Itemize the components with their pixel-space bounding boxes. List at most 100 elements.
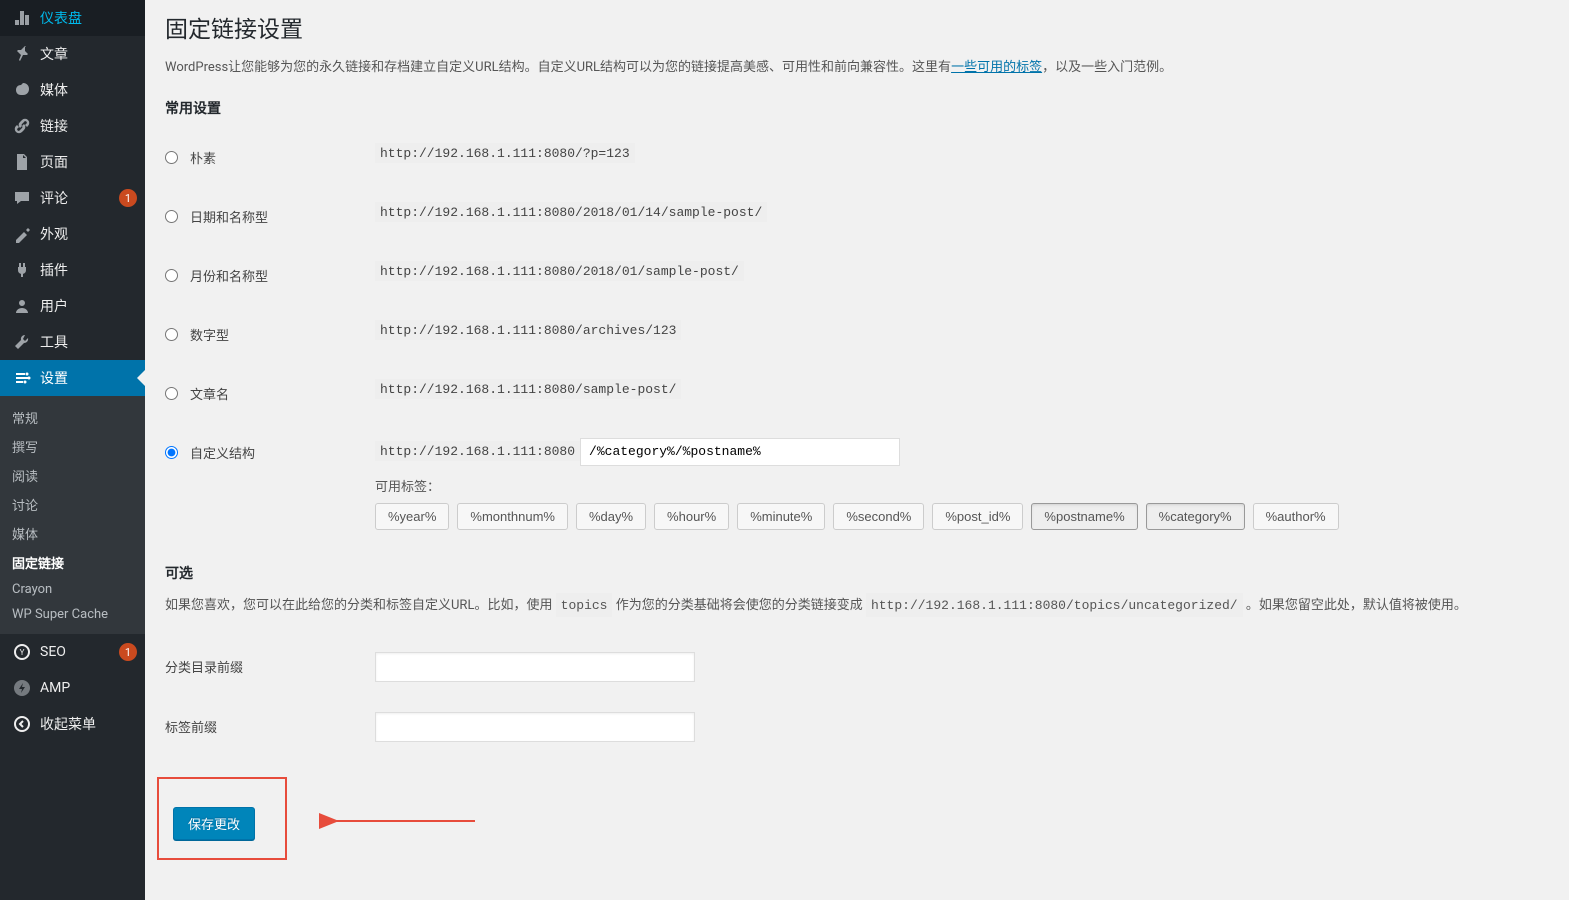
page-description: WordPress让您能够为您的永久链接和存档建立自定义URL结构。自定义URL… bbox=[165, 58, 1549, 78]
custom-prefix: http://192.168.1.111:8080 bbox=[375, 441, 580, 461]
permalink-option-label: 自定义结构 bbox=[190, 443, 255, 462]
permalink-radio[interactable] bbox=[165, 387, 178, 400]
permalink-option[interactable]: 文章名 bbox=[165, 384, 355, 403]
menu-label: 工具 bbox=[40, 332, 137, 352]
plugins-icon bbox=[12, 260, 32, 280]
tags-help-link[interactable]: 一些可用的标签 bbox=[951, 60, 1042, 75]
main-content: 固定链接设置 WordPress让您能够为您的永久链接和存档建立自定义URL结构… bbox=[145, 0, 1569, 900]
permalink-options-table: 朴素 http://192.168.1.111:8080/?p=123 日期和名称型… bbox=[165, 128, 1549, 545]
save-button[interactable]: 保存更改 bbox=[173, 807, 255, 840]
menu-label: 评论 bbox=[40, 188, 115, 208]
menu-item-amp[interactable]: AMP bbox=[0, 670, 145, 706]
menu-item-collapse[interactable]: 收起菜单 bbox=[0, 706, 145, 742]
tag-buttons-row: %year% %monthnum% %day% %hour% %minute% %seco… bbox=[375, 503, 1539, 530]
permalink-radio[interactable] bbox=[165, 151, 178, 164]
tag-button[interactable]: %minute% bbox=[737, 503, 825, 530]
menu-label: AMP bbox=[40, 680, 137, 696]
menu-item-page[interactable]: 页面 bbox=[0, 144, 145, 180]
permalink-radio-custom[interactable] bbox=[165, 446, 178, 459]
submenu-item[interactable]: 常规 bbox=[0, 403, 145, 432]
tag-button[interactable]: %monthnum% bbox=[457, 503, 568, 530]
tag-button[interactable]: %hour% bbox=[654, 503, 729, 530]
example-code-topics: topics bbox=[556, 593, 613, 618]
svg-text:Y: Y bbox=[20, 648, 25, 657]
menu-item-pin[interactable]: 文章 bbox=[0, 36, 145, 72]
admin-sidebar: 仪表盘文章媒体链接页面评论1外观插件用户工具设置 常规撰写阅读讨论媒体固定链接C… bbox=[0, 0, 145, 900]
menu-label: 仪表盘 bbox=[40, 8, 137, 28]
tag-button[interactable]: %year% bbox=[375, 503, 449, 530]
tag-base-label: 标签前缀 bbox=[165, 697, 365, 757]
optional-description: 如果您喜欢，您可以在此给您的分类和标签自定义URL。比如，使用 topics 作… bbox=[165, 593, 1549, 618]
comment-icon bbox=[12, 188, 32, 208]
permalink-option[interactable]: 日期和名称型 bbox=[165, 207, 355, 226]
custom-structure-input[interactable] bbox=[580, 438, 900, 466]
dashboard-icon bbox=[12, 8, 32, 28]
permalink-example: http://192.168.1.111:8080/2018/01/sample… bbox=[375, 261, 744, 281]
submenu-item[interactable]: 媒体 bbox=[0, 519, 145, 548]
permalink-option[interactable]: 月份和名称型 bbox=[165, 266, 355, 285]
menu-item-plugins[interactable]: 插件 bbox=[0, 252, 145, 288]
permalink-option-label: 数字型 bbox=[190, 325, 229, 344]
optional-heading: 可选 bbox=[165, 563, 1549, 583]
page-title: 固定链接设置 bbox=[165, 10, 1549, 44]
badge: 1 bbox=[119, 189, 137, 207]
permalink-example: http://192.168.1.111:8080/archives/123 bbox=[375, 320, 681, 340]
menu-label: 页面 bbox=[40, 152, 137, 172]
common-settings-heading: 常用设置 bbox=[165, 98, 1549, 118]
tag-button[interactable]: %second% bbox=[833, 503, 924, 530]
menu-label: 用户 bbox=[40, 296, 137, 316]
amp-icon bbox=[12, 678, 32, 698]
permalink-option[interactable]: 朴素 bbox=[165, 148, 355, 167]
permalink-example: http://192.168.1.111:8080/?p=123 bbox=[375, 143, 635, 163]
permalink-option-custom[interactable]: 自定义结构 bbox=[165, 443, 355, 462]
appearance-icon bbox=[12, 224, 32, 244]
example-code-url: http://192.168.1.111:8080/topics/uncateg… bbox=[866, 593, 1243, 618]
menu-label: 链接 bbox=[40, 116, 137, 136]
menu-label: 插件 bbox=[40, 260, 137, 280]
menu-item-users[interactable]: 用户 bbox=[0, 288, 145, 324]
permalink-radio[interactable] bbox=[165, 210, 178, 223]
arrow-annotation bbox=[325, 811, 485, 835]
permalink-radio[interactable] bbox=[165, 328, 178, 341]
menu-item-tools[interactable]: 工具 bbox=[0, 324, 145, 360]
permalink-option-label: 日期和名称型 bbox=[190, 207, 268, 226]
menu-label: 媒体 bbox=[40, 80, 137, 100]
menu-item-settings[interactable]: 设置 bbox=[0, 360, 145, 396]
optional-table: 分类目录前缀 标签前缀 bbox=[165, 637, 1549, 757]
submenu-item[interactable]: 固定链接 bbox=[0, 548, 145, 577]
menu-item-appearance[interactable]: 外观 bbox=[0, 216, 145, 252]
seo-icon: Y bbox=[12, 642, 32, 662]
menu-item-dashboard[interactable]: 仪表盘 bbox=[0, 0, 145, 36]
category-base-label: 分类目录前缀 bbox=[165, 637, 365, 697]
category-base-input[interactable] bbox=[375, 652, 695, 682]
tag-button[interactable]: %category% bbox=[1146, 503, 1245, 530]
submenu-item[interactable]: 撰写 bbox=[0, 432, 145, 461]
permalink-option-label: 月份和名称型 bbox=[190, 266, 268, 285]
permalink-option[interactable]: 数字型 bbox=[165, 325, 355, 344]
tag-base-input[interactable] bbox=[375, 712, 695, 742]
submenu-item[interactable]: 阅读 bbox=[0, 461, 145, 490]
tag-button[interactable]: %author% bbox=[1253, 503, 1339, 530]
menu-item-comment[interactable]: 评论1 bbox=[0, 180, 145, 216]
badge: 1 bbox=[119, 643, 137, 661]
submenu-item[interactable]: 讨论 bbox=[0, 490, 145, 519]
permalink-example: http://192.168.1.111:8080/2018/01/14/sam… bbox=[375, 202, 767, 222]
submenu-item[interactable]: Crayon bbox=[0, 577, 145, 602]
tag-button[interactable]: %post_id% bbox=[932, 503, 1023, 530]
menu-label: 外观 bbox=[40, 224, 137, 244]
menu-label: 收起菜单 bbox=[40, 714, 137, 734]
menu-item-seo[interactable]: YSEO1 bbox=[0, 634, 145, 670]
links-icon bbox=[12, 116, 32, 136]
page-icon bbox=[12, 152, 32, 172]
submenu-item[interactable]: WP Super Cache bbox=[0, 602, 145, 627]
settings-icon bbox=[12, 368, 32, 388]
highlight-annotation: 保存更改 bbox=[157, 777, 287, 860]
menu-label: 设置 bbox=[40, 368, 137, 388]
tools-icon bbox=[12, 332, 32, 352]
menu-item-media[interactable]: 媒体 bbox=[0, 72, 145, 108]
menu-item-links[interactable]: 链接 bbox=[0, 108, 145, 144]
tag-button[interactable]: %day% bbox=[576, 503, 646, 530]
permalink-radio[interactable] bbox=[165, 269, 178, 282]
tag-button[interactable]: %postname% bbox=[1031, 503, 1137, 530]
media-icon bbox=[12, 80, 32, 100]
